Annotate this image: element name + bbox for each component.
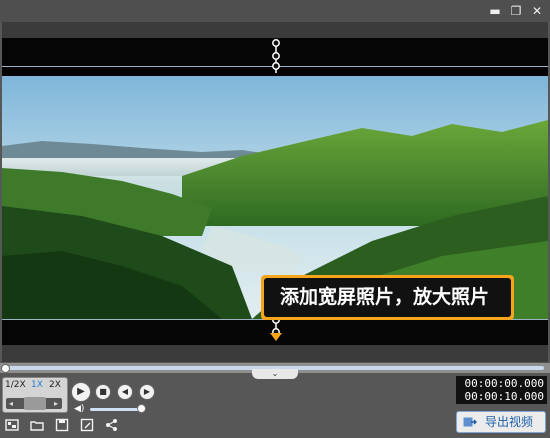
time-display: 00:00:00.000 00:00:10.000 (456, 376, 547, 404)
previous-frame-icon: ◀ (121, 387, 129, 396)
tooltip-text: 添加宽屏照片，放大照片 (264, 278, 511, 317)
stop-icon: ■ (99, 387, 107, 396)
previous-frame-button[interactable]: ◀ (117, 384, 133, 400)
add-media-icon[interactable] (4, 418, 20, 434)
chevron-down-icon: ⌄ (271, 369, 279, 378)
play-button[interactable]: ▶ (71, 382, 91, 402)
volume-slider-knob[interactable] (137, 404, 146, 413)
next-frame-button[interactable]: ▶ (139, 384, 155, 400)
speed-normal[interactable]: 1X (31, 380, 43, 390)
open-folder-icon[interactable] (29, 418, 45, 434)
speed-right-arrow-icon[interactable]: ▸ (54, 398, 58, 409)
speed-left-arrow-icon[interactable]: ◂ (9, 398, 13, 409)
top-resize-handle[interactable] (270, 39, 282, 77)
speed-slider[interactable]: ◂ ▸ (6, 397, 62, 410)
play-icon: ▶ (77, 386, 85, 397)
speed-control: 1/2X 1X 2X ◂ ▸ (2, 377, 68, 413)
share-icon[interactable] (104, 418, 120, 434)
export-video-button[interactable]: 导出视频 (456, 411, 546, 433)
export-icon (463, 417, 477, 427)
save-as-icon[interactable] (79, 418, 95, 434)
restore-icon[interactable]: ❐ (508, 3, 524, 19)
stop-button[interactable]: ■ (95, 384, 111, 400)
speed-double[interactable]: 2X (49, 380, 61, 390)
collapse-panel-button[interactable]: ⌄ (252, 369, 298, 379)
preview-stage: 添加宽屏照片，放大照片 (2, 22, 548, 362)
current-time: 00:00:00.000 (464, 377, 544, 390)
tooltip-callout: 添加宽屏照片，放大照片 (261, 275, 514, 320)
speed-half[interactable]: 1/2X (5, 380, 26, 390)
total-time: 00:00:10.000 (464, 390, 544, 403)
next-frame-icon: ▶ (143, 387, 151, 396)
volume-slider[interactable] (90, 408, 142, 411)
speed-slider-thumb[interactable] (24, 397, 46, 410)
close-icon[interactable]: ✕ (529, 3, 545, 19)
timeline-playhead[interactable] (1, 364, 10, 373)
save-icon[interactable] (54, 418, 70, 434)
title-bar: ▬ ❐ ✕ (0, 0, 550, 22)
volume-icon[interactable]: ◀) (74, 404, 86, 414)
minimize-icon[interactable]: ▬ (487, 3, 503, 19)
tooltip-pointer (270, 333, 282, 341)
export-label: 导出视频 (485, 415, 534, 429)
